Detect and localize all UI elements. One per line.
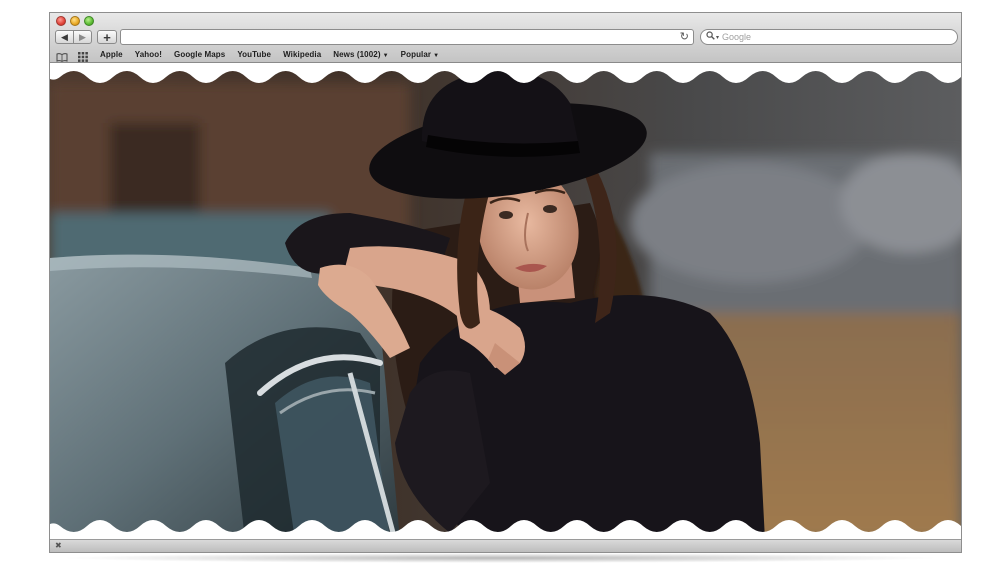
chevron-down-icon: ▼ [382, 53, 389, 59]
forward-button[interactable]: ▶ [73, 30, 92, 44]
back-arrow-icon: ◀ [61, 31, 68, 42]
bookmark-yahoo[interactable]: Yahoo! [135, 48, 162, 63]
search-placeholder: Google [722, 32, 752, 42]
reload-icon[interactable]: ↻ [680, 30, 689, 44]
status-bar: ✖ [50, 539, 961, 552]
bookmark-google-maps[interactable]: Google Maps [174, 48, 225, 63]
address-bar[interactable]: ↻ [120, 29, 694, 45]
bookmark-popular-label: Popular [400, 50, 432, 59]
browser-window: ◀ ▶ + ↻ ▾ Google Apple Yahoo! Google Map… [49, 12, 962, 553]
search-icon [706, 31, 715, 43]
bookmark-wikipedia[interactable]: Wikipedia [283, 48, 321, 63]
maximize-window-icon[interactable] [84, 16, 94, 26]
plus-icon: + [103, 29, 111, 45]
close-window-icon[interactable] [56, 16, 66, 26]
search-dropdown-caret-icon[interactable]: ▾ [716, 34, 719, 41]
search-field[interactable]: ▾ Google [700, 29, 958, 45]
photo [50, 63, 961, 540]
add-bookmark-button[interactable]: + [97, 30, 117, 44]
resize-handle-icon[interactable]: ✖ [55, 542, 62, 550]
bookmark-news-menu[interactable]: News (1002) ▼ [333, 48, 388, 63]
minimize-window-icon[interactable] [70, 16, 80, 26]
bookmark-links: Apple Yahoo! Google Maps YouTube Wikiped… [100, 48, 439, 63]
window-shadow [58, 553, 942, 563]
top-sites-grid-icon[interactable] [78, 49, 88, 62]
web-content [50, 63, 961, 540]
bookmarks-bar: Apple Yahoo! Google Maps YouTube Wikiped… [50, 48, 961, 63]
back-button[interactable]: ◀ [55, 30, 74, 44]
toolbar: ◀ ▶ + ↻ ▾ Google Apple Yahoo! Google Map… [50, 13, 961, 63]
bookmark-youtube[interactable]: YouTube [237, 48, 271, 63]
reading-list-book-icon[interactable] [56, 49, 68, 62]
bookmark-popular-menu[interactable]: Popular ▼ [401, 48, 440, 63]
forward-arrow-icon: ▶ [79, 31, 86, 42]
chevron-down-icon: ▼ [433, 53, 440, 59]
bookmark-news-label: News (1002) [333, 50, 381, 59]
bookmark-apple[interactable]: Apple [100, 48, 123, 63]
